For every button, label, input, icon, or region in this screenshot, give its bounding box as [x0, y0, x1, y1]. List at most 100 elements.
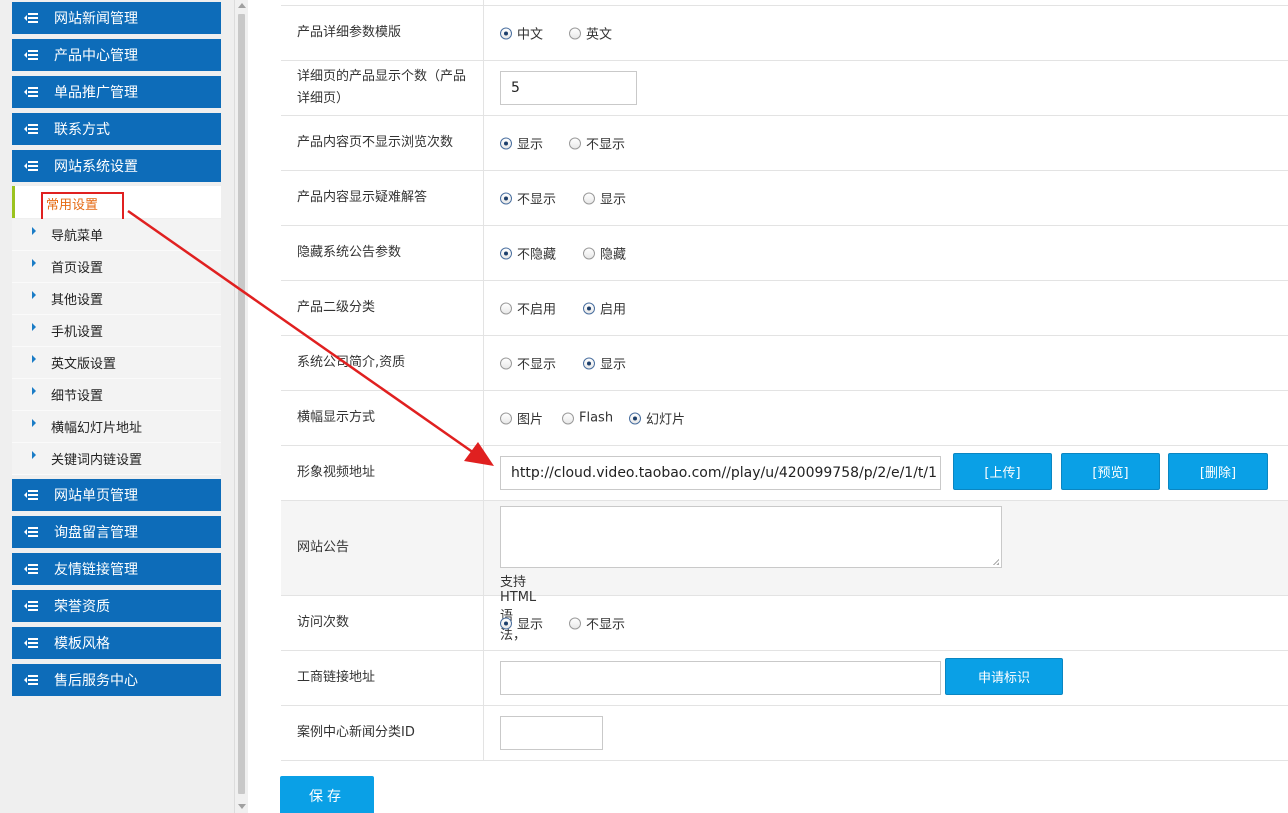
- radio-hidden[interactable]: 隐藏: [583, 244, 626, 263]
- radio-checked-icon: [500, 27, 512, 39]
- sidebar-item-banner-slides[interactable]: 横幅幻灯片地址: [12, 411, 221, 443]
- preview-button[interactable]: [预览]: [1061, 453, 1160, 490]
- chevron-right-icon: [32, 386, 36, 395]
- radio-hide[interactable]: 不显示: [569, 134, 625, 153]
- sidebar-item-detail-settings[interactable]: 细节设置: [12, 379, 221, 411]
- field-label: 产品详细参数模版: [281, 6, 484, 60]
- menu-contact[interactable]: 联系方式: [12, 113, 221, 145]
- menu-after-sales[interactable]: 售后服务中心: [12, 664, 221, 696]
- form-row-company-intro: 系统公司简介,资质 不显示 显示: [281, 336, 1288, 391]
- menu-list-icon: [24, 161, 38, 171]
- radio-checked-icon: [500, 192, 512, 204]
- scroll-up-arrow-icon[interactable]: [238, 3, 246, 8]
- sidebar-item-nav-menu[interactable]: 导航菜单: [12, 219, 221, 251]
- radio-checked-icon: [629, 412, 641, 424]
- chevron-right-icon: [32, 354, 36, 363]
- form-row-visit-count: 访问次数 显示 不显示: [281, 596, 1288, 651]
- scrollbar-thumb[interactable]: [238, 14, 245, 794]
- radio-show[interactable]: 显示: [500, 614, 543, 633]
- business-link-input[interactable]: [500, 661, 941, 695]
- form-row-product-count: 详细页的产品显示个数（产品详细页） 5: [281, 61, 1288, 116]
- menu-single-pages[interactable]: 网站单页管理: [12, 479, 221, 511]
- radio-flash[interactable]: Flash: [562, 411, 613, 426]
- menu-list-icon: [24, 638, 38, 648]
- field-label: 案例中心新闻分类ID: [281, 706, 484, 760]
- product-count-input[interactable]: 5: [500, 71, 637, 105]
- case-category-id-input[interactable]: [500, 716, 603, 750]
- radio-checked-icon: [583, 302, 595, 314]
- menu-list-icon: [24, 675, 38, 685]
- form-row-sub-category: 产品二级分类 不启用 启用: [281, 281, 1288, 336]
- menu-list-icon: [24, 124, 38, 134]
- radio-not-hidden[interactable]: 不隐藏: [500, 244, 556, 263]
- apply-badge-button[interactable]: 申请标识: [945, 658, 1063, 695]
- radio-hide[interactable]: 不显示: [500, 189, 556, 208]
- menu-list-icon: [24, 490, 38, 500]
- radio-image[interactable]: 图片: [500, 409, 543, 428]
- radio-chinese[interactable]: 中文: [500, 24, 543, 43]
- scroll-down-arrow-icon[interactable]: [238, 804, 246, 809]
- sidebar-item-common-settings[interactable]: 常用设置: [12, 186, 221, 221]
- radio-checked-icon: [583, 357, 595, 369]
- radio-show[interactable]: 显示: [583, 354, 626, 373]
- field-label: 产品内容页不显示浏览次数: [281, 116, 484, 170]
- form-row-product-template: 产品详细参数模版 中文 英文: [281, 6, 1288, 61]
- field-label: 访问次数: [281, 596, 484, 650]
- radio-show[interactable]: 显示: [500, 134, 543, 153]
- menu-friend-links[interactable]: 友情链接管理: [12, 553, 221, 585]
- menu-list-icon: [24, 87, 38, 97]
- radio-unchecked-icon: [562, 412, 574, 424]
- field-label: 系统公司简介,资质: [281, 336, 484, 390]
- menu-list-icon: [24, 601, 38, 611]
- field-label: 工商链接地址: [281, 651, 484, 705]
- sidebar-item-keyword-links[interactable]: 关键词内链设置: [12, 443, 221, 475]
- menu-inquiries[interactable]: 询盘留言管理: [12, 516, 221, 548]
- sidebar-item-english-settings[interactable]: 英文版设置: [12, 347, 221, 379]
- radio-show[interactable]: 显示: [583, 189, 626, 208]
- radio-unchecked-icon: [500, 357, 512, 369]
- radio-unchecked-icon: [583, 247, 595, 259]
- video-url-input[interactable]: http://cloud.video.taobao.com//play/u/42…: [500, 456, 941, 490]
- upload-button[interactable]: [上传]: [953, 453, 1052, 490]
- form-row-faq: 产品内容显示疑难解答 不显示 显示: [281, 171, 1288, 226]
- sidebar-item-other-settings[interactable]: 其他设置: [12, 283, 221, 315]
- radio-enabled[interactable]: 启用: [583, 299, 626, 318]
- radio-disabled[interactable]: 不启用: [500, 299, 556, 318]
- sidebar-item-home-settings[interactable]: 首页设置: [12, 251, 221, 283]
- save-button[interactable]: 保存: [280, 776, 374, 813]
- resize-grip-icon[interactable]: [992, 558, 999, 565]
- radio-unchecked-icon: [569, 137, 581, 149]
- form-row-system-notice: 隐藏系统公告参数 不隐藏 隐藏: [281, 226, 1288, 281]
- radio-unchecked-icon: [500, 302, 512, 314]
- radio-english[interactable]: 英文: [569, 24, 612, 43]
- menu-system-settings[interactable]: 网站系统设置: [12, 150, 221, 182]
- form-row-banner-mode: 横幅显示方式 图片 Flash 幻灯片: [281, 391, 1288, 446]
- radio-hide[interactable]: 不显示: [569, 614, 625, 633]
- menu-products[interactable]: 产品中心管理: [12, 39, 221, 71]
- chevron-right-icon: [32, 258, 36, 267]
- delete-button[interactable]: [删除]: [1168, 453, 1268, 490]
- chevron-right-icon: [32, 418, 36, 427]
- field-label: 横幅显示方式: [281, 391, 484, 445]
- menu-templates[interactable]: 模板风格: [12, 627, 221, 659]
- form-row-view-count: 产品内容页不显示浏览次数 显示 不显示: [281, 116, 1288, 171]
- site-notice-textarea[interactable]: [500, 506, 1002, 568]
- sidebar-item-mobile-settings[interactable]: 手机设置: [12, 315, 221, 347]
- sidebar-scrollbar[interactable]: [234, 0, 248, 813]
- form-row-video-url: 形象视频地址 http://cloud.video.taobao.com//pl…: [281, 446, 1288, 501]
- sidebar: 网站新闻管理 产品中心管理 单品推广管理 联系方式 网站系统设置 常用设置 导航…: [0, 0, 234, 813]
- radio-slideshow[interactable]: 幻灯片: [629, 409, 685, 428]
- menu-list-icon: [24, 50, 38, 60]
- menu-honors[interactable]: 荣誉资质: [12, 590, 221, 622]
- radio-unchecked-icon: [569, 617, 581, 629]
- chevron-right-icon: [32, 290, 36, 299]
- form-row-business-link: 工商链接地址 申请标识: [281, 651, 1288, 706]
- menu-promo[interactable]: 单品推广管理: [12, 76, 221, 108]
- menu-list-icon: [24, 13, 38, 23]
- field-label: 隐藏系统公告参数: [281, 226, 484, 280]
- menu-news[interactable]: 网站新闻管理: [12, 2, 221, 34]
- field-label: 形象视频地址: [281, 446, 484, 500]
- radio-hide[interactable]: 不显示: [500, 354, 556, 373]
- radio-unchecked-icon: [583, 192, 595, 204]
- radio-checked-icon: [500, 617, 512, 629]
